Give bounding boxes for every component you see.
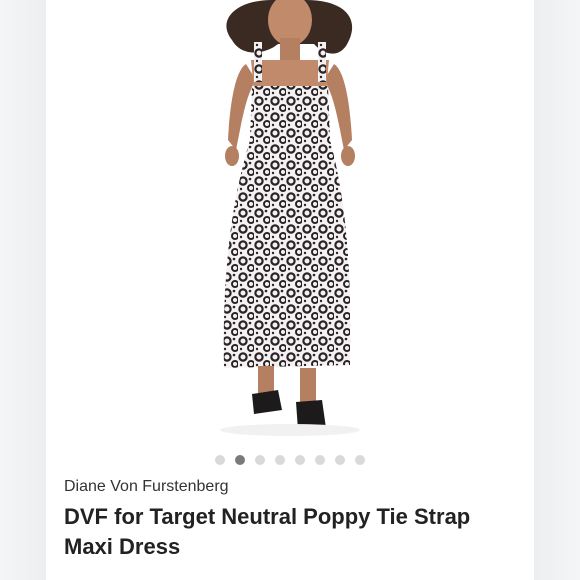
carousel-dot[interactable] <box>315 455 325 465</box>
carousel-dot[interactable] <box>355 455 365 465</box>
page-background-left <box>0 0 46 580</box>
carousel-dot[interactable] <box>235 455 245 465</box>
carousel-dot[interactable] <box>295 455 305 465</box>
carousel-dot[interactable] <box>255 455 265 465</box>
model-in-dress-illustration <box>220 0 360 436</box>
product-photo[interactable] <box>46 0 534 440</box>
brand-name: Diane Von Furstenberg <box>64 478 229 495</box>
product-title: DVF for Target Neutral Poppy Tie Strap M… <box>64 504 471 559</box>
carousel-dot[interactable] <box>215 455 225 465</box>
carousel-dot[interactable] <box>275 455 285 465</box>
page-background-right <box>534 0 580 580</box>
carousel-dot[interactable] <box>335 455 345 465</box>
image-carousel-dots <box>0 455 580 465</box>
